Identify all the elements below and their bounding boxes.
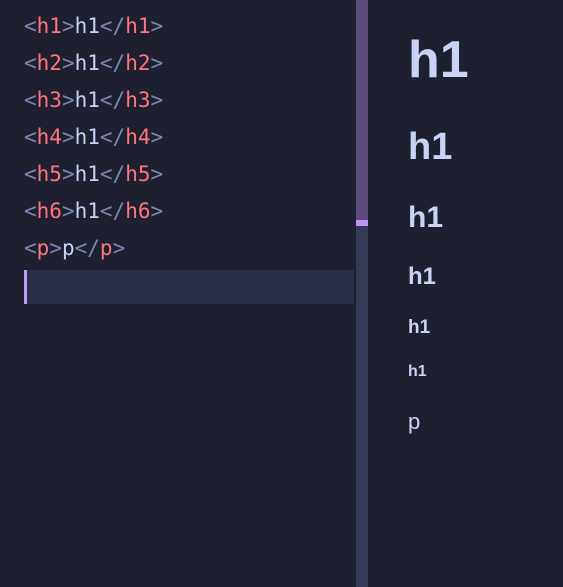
- preview-h1: h1: [408, 30, 563, 90]
- active-line-highlight: [24, 270, 354, 304]
- preview-h2: h1: [408, 126, 563, 169]
- preview-h3: h1: [408, 201, 563, 235]
- code-line-1[interactable]: <h1>h1</h1>: [24, 8, 356, 45]
- code-line-4[interactable]: <h4>h1</h4>: [24, 119, 356, 156]
- preview-h5: h1: [408, 317, 563, 339]
- editor-pane[interactable]: <h1>h1</h1> <h2>h1</h2> <h3>h1</h3> <h4>…: [0, 0, 356, 587]
- code-line-5[interactable]: <h5>h1</h5>: [24, 156, 356, 193]
- scrollbar-thumb[interactable]: [356, 0, 368, 220]
- code-line-2[interactable]: <h2>h1</h2>: [24, 45, 356, 82]
- code-line-6[interactable]: <h6>h1</h6>: [24, 193, 356, 230]
- preview-p: p: [408, 409, 563, 435]
- code-line-3[interactable]: <h3>h1</h3>: [24, 82, 356, 119]
- editor-scrollbar[interactable]: [356, 0, 368, 587]
- preview-pane[interactable]: h1 h1 h1 h1 h1 h1 p: [368, 0, 563, 587]
- scrollbar-cursor-marker: [356, 220, 368, 226]
- split-view: <h1>h1</h1> <h2>h1</h2> <h3>h1</h3> <h4>…: [0, 0, 563, 587]
- preview-h6: h1: [408, 363, 563, 381]
- preview-h4: h1: [408, 263, 563, 291]
- code-line-7[interactable]: <p>p</p>: [24, 230, 356, 267]
